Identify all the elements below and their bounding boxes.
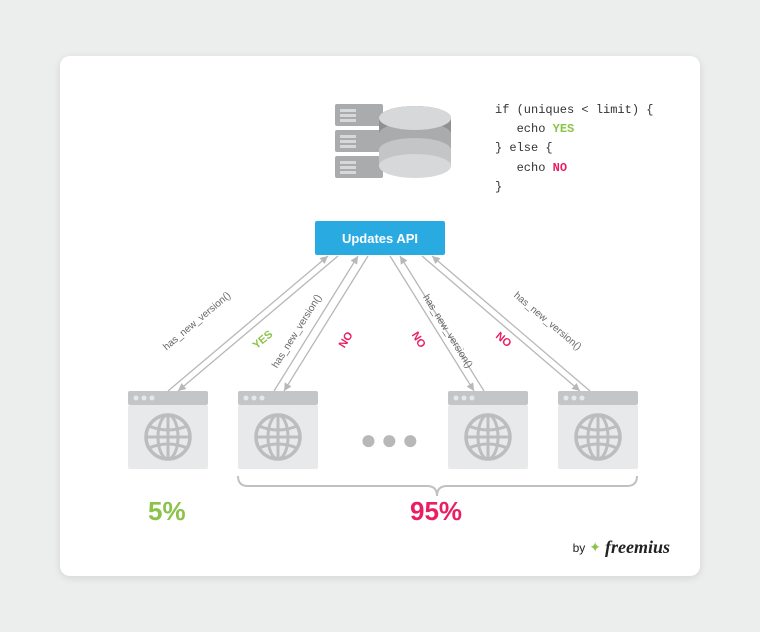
updates-api-label: Updates API xyxy=(315,221,445,255)
call-label: has_new_version() xyxy=(420,293,474,370)
api-label-text: Updates API xyxy=(342,231,418,246)
ellipsis-icon: ●●● xyxy=(360,424,423,456)
browser-icon xyxy=(448,391,528,469)
call-label: has_new_version() xyxy=(161,290,233,353)
server-database-icon xyxy=(335,96,465,196)
code-line: echo NO xyxy=(495,159,653,178)
response-no: NO xyxy=(337,330,356,350)
percent-yes: 5% xyxy=(148,496,186,527)
percent-no: 95% xyxy=(410,496,462,527)
byline-prefix: by xyxy=(573,541,586,555)
call-label: has_new_version() xyxy=(270,293,324,370)
code-snippet: if (uniques < limit) { echo YES } else {… xyxy=(495,101,653,197)
code-line: } else { xyxy=(495,139,653,158)
code-line: if (uniques < limit) { xyxy=(495,101,653,120)
response-no: NO xyxy=(409,330,428,350)
brace-icon xyxy=(235,476,640,498)
response-yes: YES xyxy=(251,328,276,351)
brand-name: freemius xyxy=(605,537,670,558)
brand-dot-icon: ✦ xyxy=(589,539,601,556)
call-label: has_new_version() xyxy=(511,290,583,353)
code-line: } xyxy=(495,178,653,197)
browser-icon xyxy=(238,391,318,469)
diagram-card: if (uniques < limit) { echo YES } else {… xyxy=(60,56,700,576)
response-no: NO xyxy=(493,330,513,350)
browser-icon xyxy=(128,391,208,469)
code-line: echo YES xyxy=(495,120,653,139)
byline: by ✦freemius xyxy=(573,537,670,558)
browser-icon xyxy=(558,391,638,469)
